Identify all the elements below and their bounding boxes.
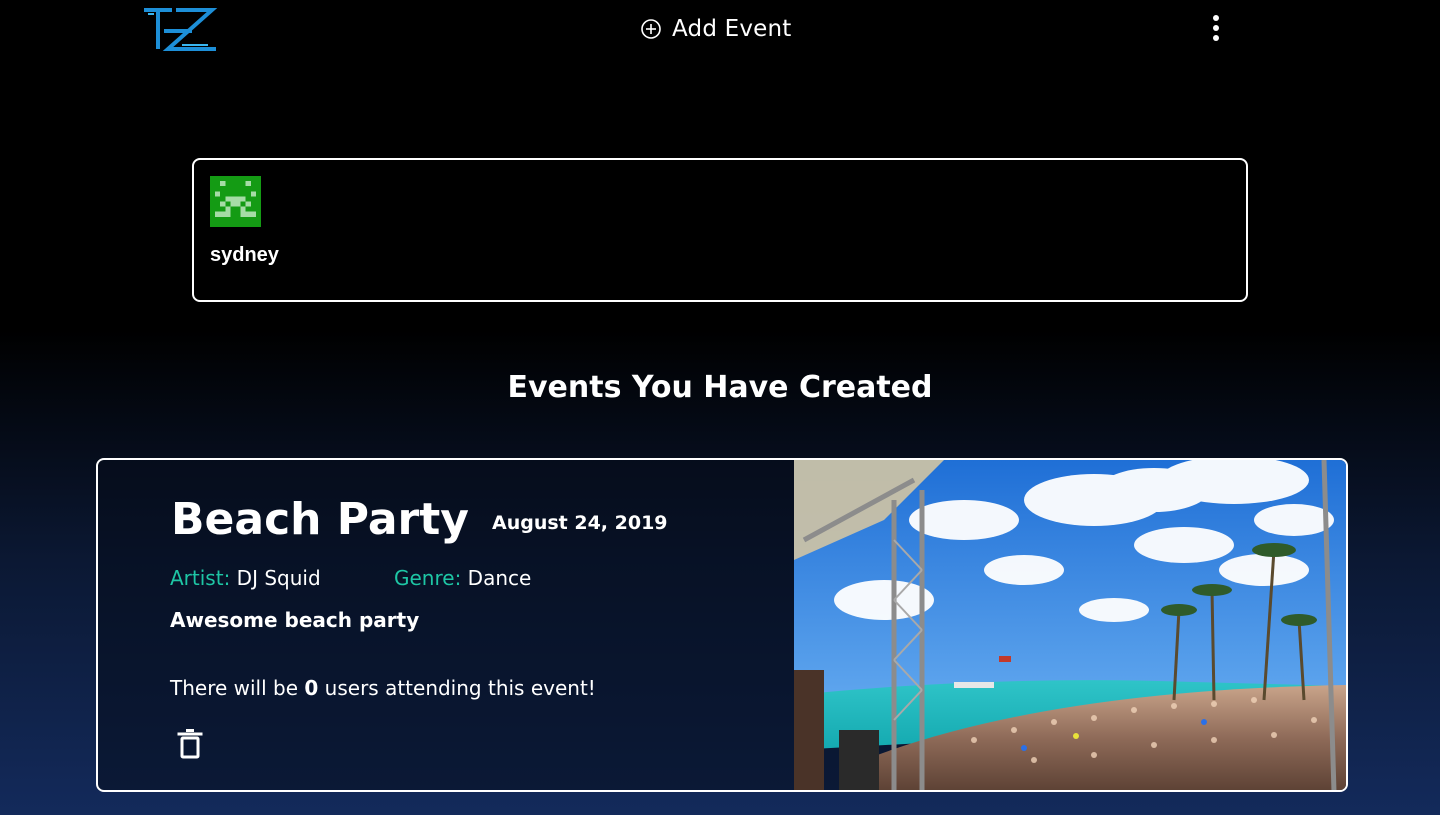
add-event-button[interactable]: Add Event bbox=[640, 13, 792, 45]
menu-dot bbox=[1213, 35, 1219, 41]
artist-label: Artist: bbox=[170, 566, 231, 590]
username: sydney bbox=[210, 244, 279, 266]
event-date: August 24, 2019 bbox=[492, 512, 668, 534]
trash-icon[interactable] bbox=[177, 728, 203, 760]
genre-value: Dance bbox=[467, 566, 532, 590]
profile-card: sydney bbox=[192, 158, 1248, 302]
menu-dot bbox=[1213, 25, 1219, 31]
circle-plus-icon bbox=[641, 19, 661, 39]
event-artist: Artist: DJ Squid bbox=[170, 566, 321, 590]
attending-count: 0 bbox=[304, 676, 319, 700]
add-event-label: Add Event bbox=[672, 16, 792, 42]
event-genre: Genre: Dance bbox=[394, 566, 531, 590]
kebab-menu-icon[interactable] bbox=[1204, 12, 1228, 44]
events-section-title: Events You Have Created bbox=[507, 370, 933, 405]
genre-label: Genre: bbox=[394, 566, 462, 590]
pixel-avatar-icon bbox=[210, 176, 261, 227]
event-card: Beach Party August 24, 2019 Artist: DJ S… bbox=[96, 458, 1348, 792]
artist-value: DJ Squid bbox=[236, 566, 321, 590]
tz-logo-icon[interactable] bbox=[142, 5, 218, 53]
event-info: Beach Party August 24, 2019 Artist: DJ S… bbox=[98, 460, 794, 790]
event-description: Awesome beach party bbox=[170, 608, 420, 632]
event-title: Beach Party bbox=[171, 494, 469, 545]
attending-prefix: There will be bbox=[170, 676, 305, 700]
attending-suffix: users attending this event! bbox=[318, 676, 596, 700]
attending-text: There will be 0 users attending this eve… bbox=[170, 676, 596, 700]
beach-crowd-photo bbox=[794, 460, 1346, 790]
menu-dot bbox=[1213, 15, 1219, 21]
